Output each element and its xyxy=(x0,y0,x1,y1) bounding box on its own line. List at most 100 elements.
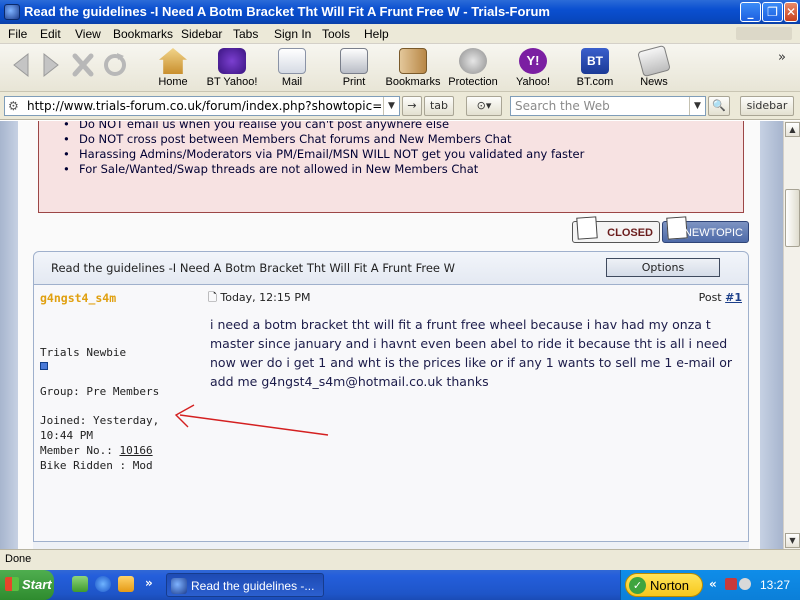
mail-button[interactable]: Mail xyxy=(262,48,322,88)
scroll-down-icon[interactable]: ▼ xyxy=(785,533,800,548)
start-button[interactable]: Start xyxy=(0,570,54,600)
system-tray: ✓ Norton « 13:27 xyxy=(620,570,800,600)
rule-item: Do NOT cross post between Members Chat f… xyxy=(63,132,584,147)
post-number: Post #1 xyxy=(699,291,742,304)
home-icon xyxy=(159,48,187,74)
yahoo-button[interactable]: Y! Yahoo! xyxy=(503,48,563,88)
minimize-button[interactable]: _ xyxy=(740,2,761,22)
norton-button[interactable]: ✓ Norton xyxy=(625,573,703,597)
quicklaunch-more-button[interactable]: » xyxy=(145,576,153,590)
url-text[interactable]: http://www.trials-forum.co.uk/forum/inde… xyxy=(27,99,383,113)
reload-icon[interactable] xyxy=(102,50,128,80)
title-bar: Read the guidelines -I Need A Botm Brack… xyxy=(0,0,800,24)
btcom-icon: BT xyxy=(581,48,609,74)
stop-icon[interactable] xyxy=(70,50,96,80)
url-dropdown-icon[interactable]: ▼ xyxy=(383,97,399,115)
close-button[interactable]: ✕ xyxy=(784,2,798,22)
scroll-thumb[interactable] xyxy=(785,189,800,247)
new-topic-button[interactable]: NEWTOPIC xyxy=(662,216,749,243)
menu-edit[interactable]: Edit xyxy=(40,27,61,41)
member-bike: Bike Ridden : Mod xyxy=(40,459,153,472)
post-body: i need a botm bracket tht will fit a fru… xyxy=(210,317,733,389)
windows-flag-icon xyxy=(5,577,19,591)
print-button[interactable]: Print xyxy=(324,48,384,88)
menu-bookmarks[interactable]: Bookmarks xyxy=(113,27,173,41)
post-document-icon: 🗋 xyxy=(208,291,217,304)
taskbar: Start » Read the guidelines -... ✓ Norto… xyxy=(0,570,800,600)
closed-document-icon xyxy=(576,216,598,240)
toolbar-overflow-button[interactable]: » xyxy=(778,50,786,65)
menu-help[interactable]: Help xyxy=(364,27,389,41)
tab-button[interactable]: tab xyxy=(424,96,454,116)
media-player-icon[interactable] xyxy=(72,576,88,592)
post: g4ngst4_s4m Trials Newbie Group: Pre Mem… xyxy=(33,285,749,549)
protection-button[interactable]: Protection xyxy=(443,48,503,88)
menu-file[interactable]: File xyxy=(8,27,27,41)
menu-sign-in[interactable]: Sign In xyxy=(274,27,311,41)
closed-label: CLOSED xyxy=(607,227,653,239)
status-bar: Done xyxy=(0,549,800,570)
member-number-label: Member No.: xyxy=(40,444,113,457)
member-group: Group: Pre Members xyxy=(40,385,160,398)
printer-icon xyxy=(340,48,368,74)
print-label: Print xyxy=(342,76,366,88)
calendar-icon[interactable] xyxy=(118,576,134,592)
btcom-button[interactable]: BT BT.com xyxy=(565,48,625,88)
go-button[interactable]: → xyxy=(402,96,422,116)
rules-list: Do NOT email us when you realise you can… xyxy=(63,121,584,177)
tray-app-icon[interactable] xyxy=(725,578,737,590)
taskbar-window-button[interactable]: Read the guidelines -... xyxy=(166,573,324,597)
protection-label: Protection xyxy=(448,76,498,88)
scroll-up-icon[interactable]: ▲ xyxy=(785,122,800,137)
forward-icon[interactable] xyxy=(38,50,64,80)
member-number-link[interactable]: 10166 xyxy=(119,444,152,457)
protection-icon xyxy=(459,48,487,74)
topic-title: Read the guidelines -I Need A Botm Brack… xyxy=(51,261,456,275)
rule-item: For Sale/Wanted/Swap threads are not all… xyxy=(63,162,584,177)
url-bar[interactable]: ⚙ http://www.trials-forum.co.uk/forum/in… xyxy=(4,96,400,116)
clock: 13:27 xyxy=(759,578,790,592)
bt-yahoo-label: BT Yahoo! xyxy=(206,76,258,88)
throbber xyxy=(736,27,792,40)
topic-header: Read the guidelines -I Need A Botm Brack… xyxy=(33,251,749,285)
closed-button[interactable]: CLOSED xyxy=(572,216,660,243)
news-label: News xyxy=(640,76,668,88)
back-icon[interactable] xyxy=(8,50,34,80)
search-engine-selector[interactable]: ⊙▾ xyxy=(466,96,502,116)
tray-volume-icon[interactable] xyxy=(739,578,751,590)
post-number-label: Post xyxy=(698,291,722,304)
rule-item: Harassing Admins/Moderators via PM/Email… xyxy=(63,147,584,162)
post-date: Today, 12:15 PM xyxy=(220,291,311,304)
vertical-scrollbar[interactable]: ▲ ▼ xyxy=(783,121,800,549)
post-date-row: 🗋 Today, 12:15 PM xyxy=(208,289,311,308)
options-button[interactable]: Options xyxy=(606,258,720,277)
mail-icon xyxy=(278,48,306,74)
tray-expand-button[interactable]: « xyxy=(709,577,717,591)
search-button[interactable]: 🔍 xyxy=(708,96,730,116)
search-dropdown-icon[interactable]: ▼ xyxy=(689,97,705,115)
menu-bar: File Edit View Bookmarks Sidebar Tabs Si… xyxy=(0,24,800,44)
sidebar-button[interactable]: sidebar xyxy=(740,96,794,116)
page-viewport: Do NOT email us when you realise you can… xyxy=(0,121,783,549)
post-author[interactable]: g4ngst4_s4m xyxy=(40,291,116,305)
post-number-link[interactable]: #1 xyxy=(725,291,742,304)
red-arrow-annotation-icon xyxy=(174,404,329,436)
taskbar-window-label: Read the guidelines -... xyxy=(191,579,315,593)
bookmarks-button[interactable]: Bookmarks xyxy=(383,48,443,88)
menu-sidebar[interactable]: Sidebar xyxy=(181,27,222,41)
news-button[interactable]: News xyxy=(624,44,684,88)
menu-tabs[interactable]: Tabs xyxy=(233,27,258,41)
menu-view[interactable]: View xyxy=(75,27,101,41)
maximize-button[interactable]: ❐ xyxy=(762,2,783,22)
web-search-input[interactable]: Search the Web ▼ xyxy=(510,96,706,116)
home-button[interactable]: Home xyxy=(143,48,203,88)
window-title: Read the guidelines -I Need A Botm Brack… xyxy=(24,4,550,19)
rank-pip-icon xyxy=(40,362,48,370)
browser-app-icon[interactable] xyxy=(4,4,20,20)
start-label: Start xyxy=(22,577,52,592)
bt-yahoo-button[interactable]: BT Yahoo! xyxy=(202,48,262,88)
site-settings-icon[interactable]: ⚙ xyxy=(8,99,19,113)
author-profile: Trials Newbie Group: Pre Members Joined:… xyxy=(40,345,190,473)
internet-explorer-icon[interactable] xyxy=(95,576,111,592)
menu-tools[interactable]: Tools xyxy=(322,27,350,41)
